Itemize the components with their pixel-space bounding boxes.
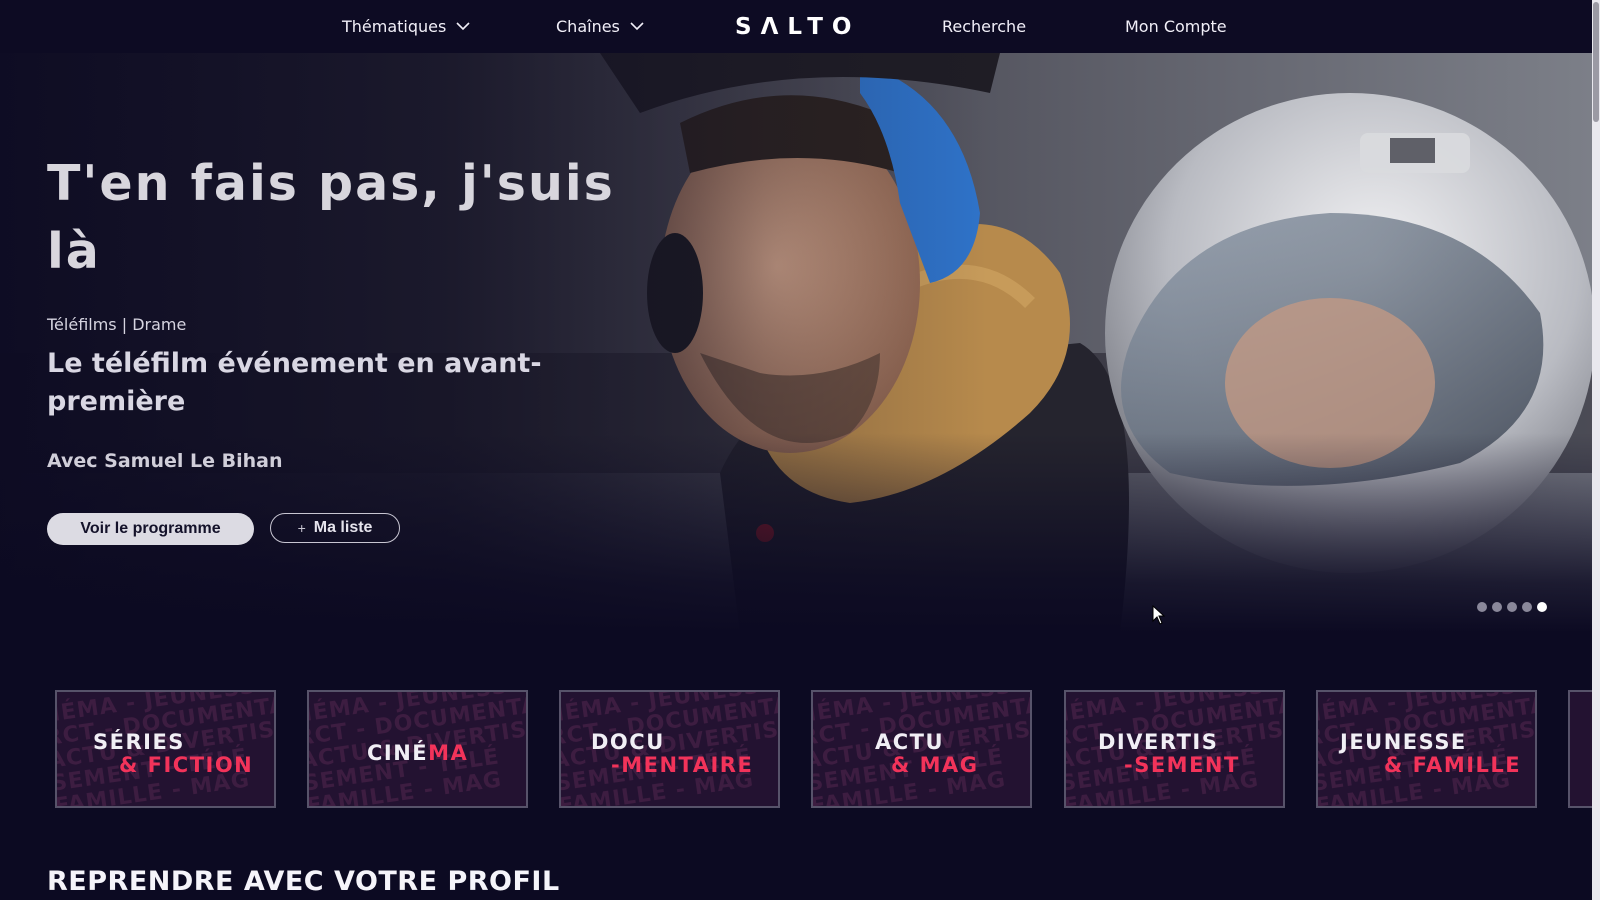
salto-logo[interactable]: SΛLTO [735, 0, 860, 53]
carousel-dot[interactable] [1492, 602, 1502, 612]
tile-label-line2: -MENTAIRE [611, 753, 754, 777]
nav-recherche[interactable]: Recherche [942, 0, 1026, 53]
nav-thematiques[interactable]: Thématiques [342, 0, 470, 53]
category-tile-jeunesse-famille[interactable]: NÉMA - JEUNESSE RCT - DOCUMENTAIRE ACTU & … [1316, 690, 1537, 808]
voir-le-programme-button[interactable]: Voir le programme [47, 513, 254, 545]
hero-tagline: Le téléfilm événement en avant-première [47, 348, 542, 417]
tile-label-line2: & MAG [891, 753, 979, 777]
ma-liste-button[interactable]: + Ma liste [270, 513, 400, 543]
tile-label-line1: JEUNESSE [1340, 730, 1467, 754]
category-tile-cinema[interactable]: NÉMA - JEUNESSE RCT - DOCUMENTAIRE ACTU & … [307, 690, 528, 808]
hero-cast: Avec Samuel Le Bihan [47, 450, 283, 472]
nav-mon-compte-label: Mon Compte [1125, 17, 1227, 36]
nav-thematiques-label: Thématiques [342, 17, 447, 36]
category-tile-actu-mag[interactable]: NÉMA - JEUNESSE RCT - DOCUMENTAIRE ACTU & … [811, 690, 1032, 808]
ma-liste-label: Ma liste [313, 519, 373, 536]
carousel-dot[interactable] [1477, 602, 1487, 612]
mouse-pointer-icon [1152, 605, 1166, 625]
carousel-dot-active[interactable] [1537, 602, 1547, 612]
category-tiles-row: NÉMA - JEUNESSE RCT - DOCUMENTAIRE ACTU & … [55, 690, 1592, 812]
carousel-dot[interactable] [1507, 602, 1517, 612]
tile-label-line2: & FICTION [119, 753, 254, 777]
category-tile-documentaire[interactable]: NÉMA - JEUNESSE RCT - DOCUMENTAIRE ACTU & … [559, 690, 780, 808]
hero-title: T'en fais pas, j'suis là [47, 155, 615, 280]
tile-label-line2: -SEMENT [1124, 753, 1240, 777]
category-tile-series-fiction[interactable]: NÉMA - JEUNESSE RCT - DOCUMENTAIRE ACTU & … [55, 690, 276, 808]
tile-label-line1: ACTU [875, 730, 945, 754]
plus-icon: + [297, 520, 306, 536]
carousel-pagination [1477, 602, 1547, 612]
section-title-reprendre: REPRENDRE AVEC VOTRE PROFIL [47, 866, 560, 897]
nav-chaines-label: Chaînes [556, 17, 620, 36]
chevron-down-icon [630, 22, 644, 31]
hero-banner[interactable]: T'en fais pas, j'suis là Téléfilms | Dra… [0, 53, 1592, 633]
nav-mon-compte[interactable]: Mon Compte [1125, 0, 1227, 53]
carousel-dot[interactable] [1522, 602, 1532, 612]
category-tile-divertissement[interactable]: NÉMA - JEUNESSE RCT - DOCUMENTAIRE ACTU & … [1064, 690, 1285, 808]
tile-label-line1: DOCU [591, 730, 665, 754]
tile-label-line1: DIVERTIS [1098, 730, 1219, 754]
tile-label: CINÉMA [367, 741, 469, 765]
chevron-down-icon [456, 22, 470, 31]
scrollbar-thumb[interactable] [1593, 2, 1599, 122]
nav-recherche-label: Recherche [942, 17, 1027, 36]
nav-chaines[interactable]: Chaînes [556, 0, 644, 53]
tile-label-line1: SÉRIES [93, 730, 185, 754]
tile-label-line2: & FAMILLE [1384, 753, 1522, 777]
page-scrollbar[interactable] [1592, 0, 1600, 900]
hero-category: Téléfilms | Drame [47, 315, 187, 334]
category-tile-next[interactable] [1568, 690, 1592, 808]
top-navigation: Thématiques Chaînes SΛLTO Recherche Mon … [0, 0, 1592, 53]
